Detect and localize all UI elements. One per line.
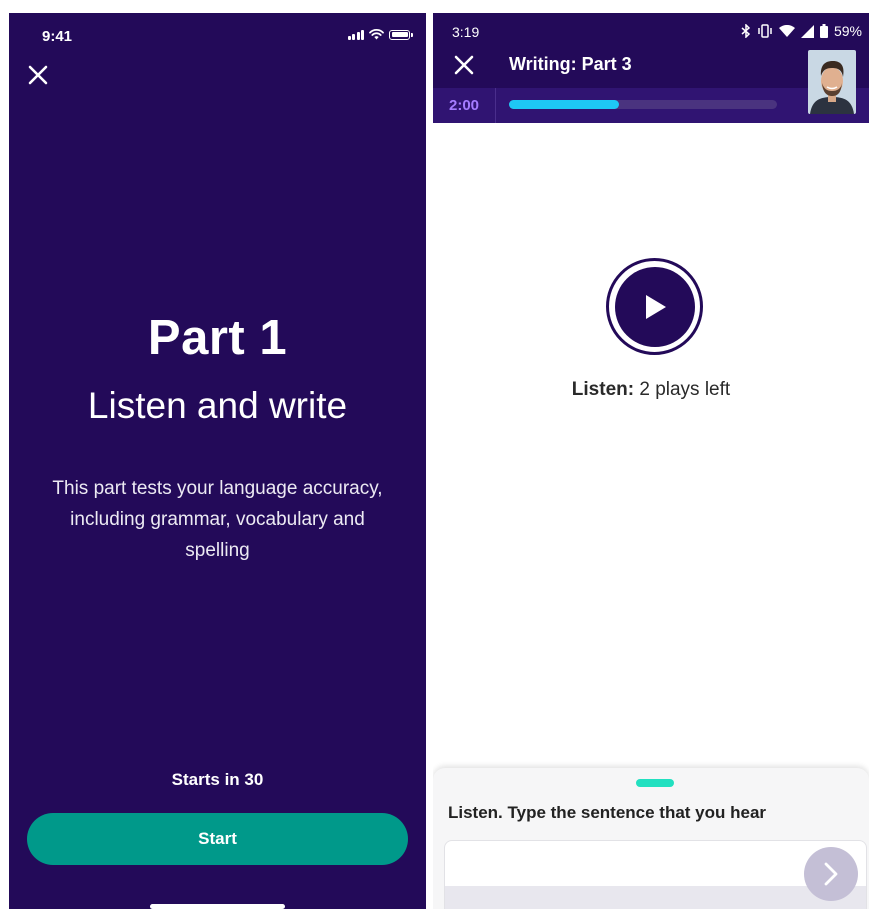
cell-signal-icon [800,24,814,38]
countdown-text: Starts in 30 [171,770,264,789]
home-indicator[interactable] [150,904,285,909]
play-button-core[interactable] [614,266,695,347]
status-time: 3:19 [452,24,480,40]
plays-remaining: Listen: 2 plays left [433,379,869,401]
header-title: Writing: Part 3 [509,54,632,74]
part-title: Part 1 [147,311,288,365]
close-icon[interactable] [27,64,49,86]
sheet-prompt: Listen. Type the sentence that you hear [448,803,767,822]
intro-screen: 9:41 Part 1 Listen and write This part t… [9,13,426,909]
status-time: 9:41 [42,28,73,45]
part-subtitle: Listen and write [87,385,348,426]
next-button[interactable] [804,847,858,901]
writing-screen: 3:19 59% Writing: Part 3 2:00 Listen: 2 … [433,13,869,909]
input-keyboard-edge [445,886,866,909]
battery-icon [819,24,828,38]
app-bar: 3:19 59% Writing: Part 3 2:00 [433,13,869,123]
part-description: This part tests your language accuracy, … [52,478,383,561]
progress-fill [509,100,619,109]
battery-percent: 59% [833,23,862,39]
avatar [808,50,856,114]
timer-text: 2:00 [433,88,496,123]
vibrate-icon [758,24,772,38]
answer-sheet: Listen. Type the sentence that you hear [433,768,869,909]
chevron-right-icon [824,862,838,886]
battery-icon [389,29,413,40]
status-bar-icons: 59% [741,23,862,39]
wifi-icon [778,24,795,37]
wifi-icon [369,29,384,40]
progress-track [509,100,777,109]
play-button[interactable] [606,258,703,355]
plays-left-text: 2 plays left [639,379,731,400]
status-bar-icons [347,29,413,40]
signal-icon [347,29,364,40]
close-icon[interactable] [453,54,475,76]
timer-bar: 2:00 [433,88,869,123]
play-icon [645,294,666,319]
sheet-handle[interactable] [636,779,674,787]
listen-label: Listen: [571,379,635,400]
bluetooth-icon [741,24,751,38]
start-button[interactable]: Start [27,813,408,865]
